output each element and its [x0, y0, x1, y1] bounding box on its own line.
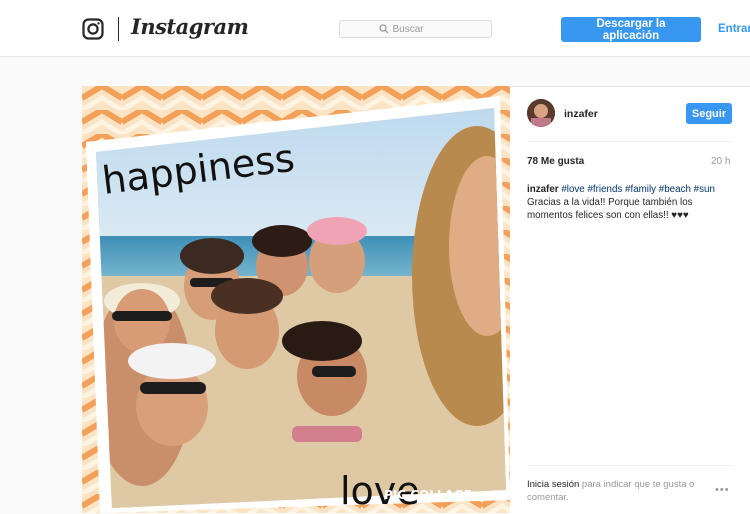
instagram-wordmark[interactable]: Instagram [131, 14, 249, 39]
post-time[interactable]: 20 h [711, 156, 730, 167]
likes-count[interactable]: 78 Me gusta [527, 156, 584, 167]
post-username[interactable]: inzafer [564, 108, 598, 120]
instagram-camera-icon[interactable] [82, 18, 104, 40]
follow-button[interactable]: Seguir [686, 103, 732, 124]
avatar[interactable] [527, 99, 555, 127]
login-link[interactable]: Entrar [718, 23, 750, 35]
logo-separator [118, 17, 119, 41]
search-box[interactable] [339, 20, 492, 38]
caption-hashtags[interactable]: #love #friends #family #beach #sun [561, 184, 715, 195]
post-side-panel: inzafer Seguir 78 Me gusta 20 h inzafer … [510, 86, 750, 514]
login-prompt-link[interactable]: Inicia sesión [527, 479, 579, 490]
pic-collage-watermark: PIC COLLAGE [384, 488, 472, 502]
search-icon [378, 24, 388, 34]
top-nav: Instagram Descargar la aplicación Entrar [0, 0, 750, 57]
download-app-button[interactable]: Descargar la aplicación [561, 17, 701, 42]
search-input[interactable] [392, 23, 453, 35]
login-prompt: Inicia sesión para indicar que te gusta … [527, 478, 717, 504]
footer-divider [527, 465, 733, 466]
post-photo[interactable]: happiness love PIC COLLAGE [82, 86, 510, 513]
caption-text: Gracias a la vida!! Porque también los m… [527, 197, 693, 221]
avatar-image [527, 99, 555, 127]
more-options-icon[interactable]: ••• [715, 484, 730, 496]
photo-collage: happiness love PIC COLLAGE [82, 86, 510, 513]
header-divider [527, 141, 733, 142]
post-caption: inzafer #love #friends #family #beach #s… [527, 183, 737, 222]
caption-username[interactable]: inzafer [527, 184, 559, 195]
